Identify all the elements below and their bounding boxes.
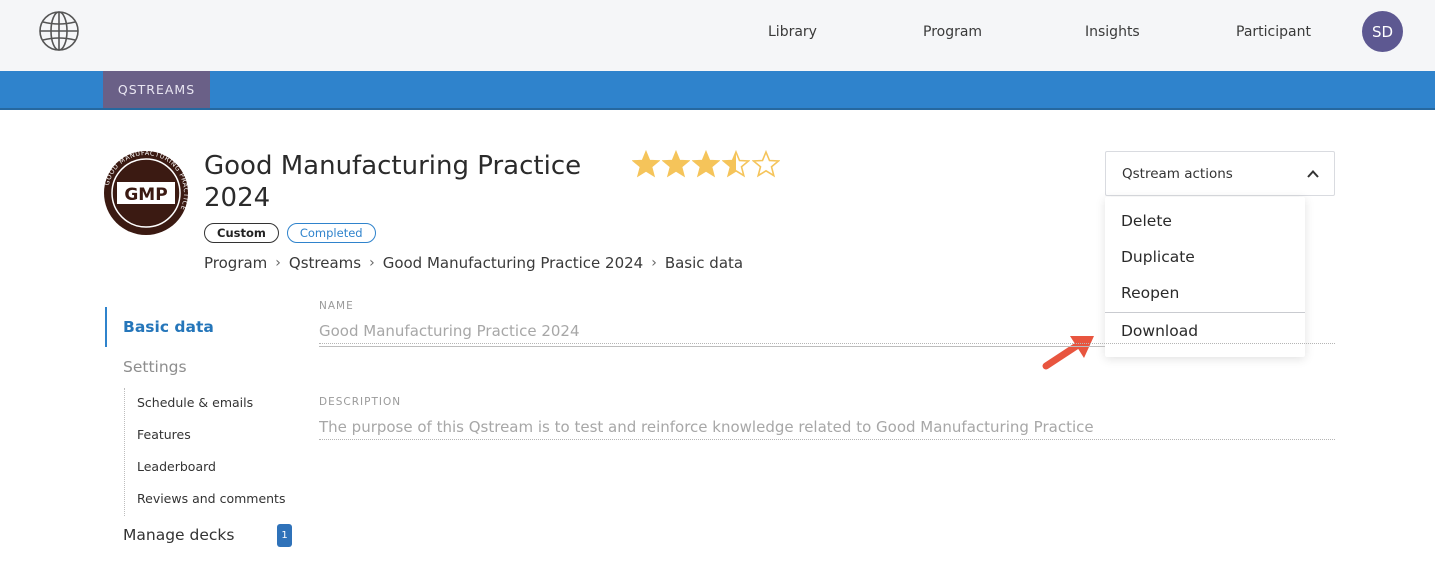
nav-link-insights[interactable]: Insights [1085, 24, 1140, 40]
globe-icon[interactable] [38, 10, 80, 52]
star-half-icon[interactable] [722, 150, 750, 178]
sidebar-sub-reviews-comments[interactable]: Reviews and comments [137, 491, 285, 506]
description-input[interactable] [319, 414, 1335, 440]
sidebar-sub-line [124, 388, 125, 516]
breadcrumb-qstream[interactable]: Good Manufacturing Practice 2024 [383, 254, 644, 272]
sidebar-sub-schedule-emails[interactable]: Schedule & emails [137, 395, 253, 410]
breadcrumb-qstreams[interactable]: Qstreams [289, 254, 361, 272]
sidebar-sub-features[interactable]: Features [137, 427, 191, 442]
logo-text: GMP [124, 185, 167, 205]
breadcrumb-program[interactable]: Program [204, 254, 267, 272]
breadcrumb-separator-icon: › [369, 255, 375, 271]
name-input[interactable] [319, 318, 1335, 344]
star-full-icon[interactable] [632, 150, 660, 178]
name-label: NAME [319, 300, 354, 312]
sidebar-sub-leaderboard[interactable]: Leaderboard [137, 459, 216, 474]
breadcrumb-current: Basic data [664, 254, 744, 272]
page-title: Good Manufacturing Practice 2024 [204, 151, 582, 213]
breadcrumb-separator-icon: › [651, 255, 657, 271]
description-label: DESCRIPTION [319, 396, 402, 408]
qstream-actions-button[interactable]: Qstream actions [1105, 151, 1335, 196]
menu-item-duplicate[interactable]: Duplicate [1105, 239, 1305, 275]
status-badges: Custom Completed [204, 223, 376, 243]
user-avatar[interactable]: SD [1362, 11, 1403, 52]
star-empty-icon[interactable] [752, 150, 780, 178]
manage-decks-count-badge: 1 [277, 524, 292, 547]
section-band: QSTREAMS [0, 71, 1435, 110]
name-underline [319, 346, 1105, 347]
star-full-icon[interactable] [662, 150, 690, 178]
sidebar-item-basic-data[interactable]: Basic data [123, 318, 214, 336]
sidebar-active-indicator [105, 307, 107, 347]
sidebar-item-settings[interactable]: Settings [123, 358, 187, 376]
menu-item-delete[interactable]: Delete [1105, 203, 1305, 239]
nav-link-participant[interactable]: Participant [1236, 24, 1311, 40]
top-navbar: Library Program Insights Participant SD [0, 0, 1435, 71]
tab-qstreams[interactable]: QSTREAMS [103, 71, 210, 108]
star-full-icon[interactable] [692, 150, 720, 178]
menu-item-reopen[interactable]: Reopen [1105, 275, 1305, 311]
nav-link-library[interactable]: Library [768, 24, 817, 40]
sidebar-item-manage-decks[interactable]: Manage decks [123, 526, 234, 544]
breadcrumb: Program › Qstreams › Good Manufacturing … [204, 254, 743, 272]
qstream-actions-label: Qstream actions [1122, 165, 1233, 182]
completed-badge: Completed [286, 223, 376, 243]
chevron-up-icon [1307, 170, 1319, 178]
rating-stars[interactable] [632, 150, 780, 180]
gmp-logo: GOOD MANUFACTURING PRACTICE GMP [103, 150, 189, 235]
breadcrumb-separator-icon: › [275, 255, 281, 271]
nav-link-program[interactable]: Program [923, 24, 982, 40]
custom-badge: Custom [204, 223, 279, 243]
